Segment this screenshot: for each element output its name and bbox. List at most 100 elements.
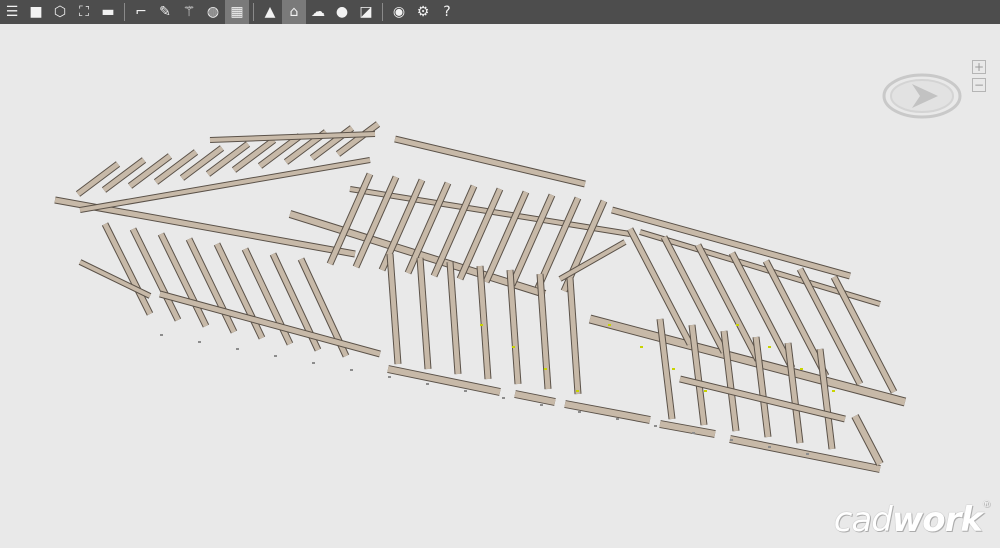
light-bulb-button[interactable]: ● (330, 0, 354, 24)
post (851, 414, 884, 466)
roof-joist (231, 137, 277, 173)
cube-solid-button[interactable]: ■ (24, 0, 48, 24)
toolbar-separator (124, 3, 125, 21)
dimension-icon: ⌐ (135, 4, 147, 20)
wand-button[interactable]: ⚚ (177, 0, 201, 24)
roof-joist (101, 157, 147, 193)
shield-icon: ◪ (359, 4, 373, 20)
terrain-button[interactable]: ▲ (258, 0, 282, 24)
pattern-icon: ▦ (230, 4, 244, 20)
logo-text-work: work (891, 500, 983, 540)
pencil-button[interactable]: ✎ (153, 0, 177, 24)
post (129, 227, 182, 322)
cadwork-logo: cadwork® (833, 500, 991, 540)
footing-marker (540, 404, 543, 406)
steel-connector (800, 368, 803, 370)
cube-wireframe-icon: ⬡ (53, 4, 67, 20)
cube-solid-icon: ■ (29, 4, 43, 20)
pattern-button[interactable]: ▦ (225, 0, 249, 24)
roof-joist (75, 161, 121, 197)
footing-marker (654, 425, 657, 427)
post (213, 242, 266, 340)
roof-joist (335, 121, 381, 157)
weather-button[interactable]: ☁ (306, 0, 330, 24)
compass-icon (882, 73, 962, 119)
post (752, 336, 772, 438)
footing-marker (274, 355, 277, 357)
roof-joist (179, 145, 225, 181)
weather-icon: ☁ (311, 4, 325, 20)
footing-marker (464, 390, 467, 392)
steel-connector (544, 368, 547, 370)
gear-icon: ⚙ (416, 4, 430, 20)
roof-joist (127, 153, 173, 189)
post (416, 257, 432, 370)
steel-connector (704, 390, 707, 392)
sill-beam (387, 365, 501, 396)
post (101, 222, 154, 316)
post (566, 277, 582, 395)
roof-joist (153, 149, 199, 185)
steel-connector (480, 324, 483, 326)
steel-connector (608, 324, 611, 326)
post (720, 330, 740, 432)
navigation-compass[interactable] (882, 72, 962, 120)
help-icon: ? (443, 4, 451, 20)
logo-registered-mark: ® (982, 500, 991, 510)
menu-button[interactable]: ☰ (0, 0, 24, 24)
post (688, 324, 708, 426)
menu-icon: ☰ (5, 4, 19, 20)
fullscreen-button[interactable]: ⛶ (72, 0, 96, 24)
footing-marker (616, 418, 619, 420)
zoom-out-button[interactable]: − (972, 78, 986, 92)
logo-text-cad: cad (833, 500, 893, 540)
eave-beam (588, 314, 907, 407)
sill-beam (729, 435, 881, 473)
footing-marker (692, 432, 695, 434)
zoom-in-button[interactable]: + (972, 60, 986, 74)
roof-joist (205, 141, 251, 177)
light-bulb-icon: ● (335, 4, 349, 20)
component-icon: ◍ (206, 4, 220, 20)
footing-marker (768, 446, 771, 448)
shield-button[interactable]: ◪ (354, 0, 378, 24)
shading-button[interactable]: ▬ (96, 0, 120, 24)
floor-beam (78, 259, 152, 299)
footing-marker (236, 348, 239, 350)
post (656, 318, 676, 420)
cube-wireframe-button[interactable]: ⬡ (48, 0, 72, 24)
post (536, 273, 552, 390)
sill-beam (514, 390, 556, 406)
steel-connector (576, 390, 579, 392)
eye-button[interactable]: ◉ (387, 0, 411, 24)
steel-connector (768, 346, 771, 348)
timber-frame-model (54, 121, 907, 473)
ridge-beam (209, 131, 376, 143)
home-button[interactable]: ⌂ (282, 0, 306, 24)
zoom-controls: + − (972, 60, 986, 92)
sill-beam (659, 420, 716, 438)
footing-marker (806, 453, 809, 455)
dimension-button[interactable]: ⌐ (129, 0, 153, 24)
footing-marker (312, 362, 315, 364)
toolbar-separator (253, 3, 254, 21)
steel-connector (736, 324, 739, 326)
footing-marker (198, 341, 201, 343)
help-button[interactable]: ? (435, 0, 459, 24)
component-button[interactable]: ◍ (201, 0, 225, 24)
footing-marker (730, 439, 733, 441)
steel-connector (640, 346, 643, 348)
3d-viewport[interactable]: + − cadwork® (0, 24, 1000, 548)
post (784, 342, 804, 444)
pencil-icon: ✎ (159, 4, 171, 20)
post (446, 261, 462, 375)
steel-connector (512, 346, 515, 348)
sill-beam (564, 400, 651, 424)
gear-button[interactable]: ⚙ (411, 0, 435, 24)
ridge-beam (394, 135, 586, 188)
footing-marker (502, 397, 505, 399)
rafter (830, 275, 898, 394)
brace (558, 239, 627, 282)
eye-icon: ◉ (392, 4, 406, 20)
shading-icon: ▬ (101, 4, 115, 20)
